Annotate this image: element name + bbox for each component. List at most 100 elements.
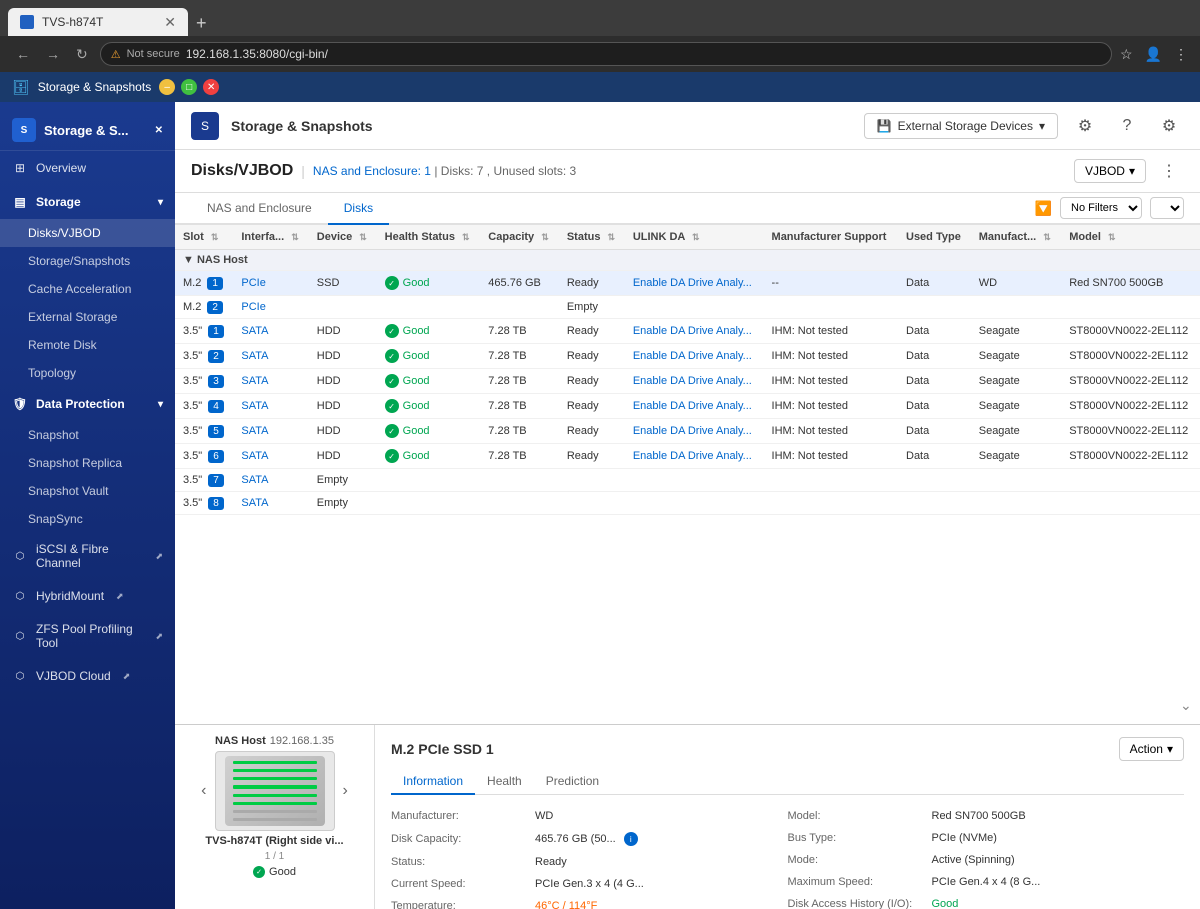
tab-disks[interactable]: Disks (328, 193, 389, 225)
model-cell: ST8000VN0022-2EL112 (1061, 319, 1200, 344)
sidebar-item-topology[interactable]: Topology (0, 359, 175, 387)
sidebar-item-vjbod-cloud[interactable]: ⬡ VJBOD Cloud ⬈ (0, 659, 175, 693)
next-device-button[interactable]: › (339, 778, 352, 804)
sidebar-item-snapshot[interactable]: Snapshot (0, 421, 175, 449)
star-icon[interactable]: ☆ (1120, 46, 1133, 63)
sidebar-item-external-storage[interactable]: External Storage (0, 303, 175, 331)
interface-link[interactable]: SATA (241, 350, 268, 362)
profile-icon[interactable]: 👤 (1145, 46, 1162, 63)
col-slot[interactable]: Slot ⇅ (175, 225, 233, 250)
close-button[interactable]: ✕ (203, 79, 219, 95)
address-bar[interactable]: ⚠ Not secure 192.168.1.35:8080/cgi-bin/ (100, 42, 1112, 66)
collapse-icon[interactable]: ▼ (183, 254, 194, 266)
new-tab-button[interactable]: + (196, 13, 207, 34)
menu-icon[interactable]: ⋮ (1174, 46, 1188, 63)
filter-icon[interactable]: 🔽 (1035, 200, 1052, 217)
col-mfg-support[interactable]: Manufacturer Support (764, 225, 898, 250)
maximize-button[interactable]: □ (181, 79, 197, 95)
detail-tab-prediction[interactable]: Prediction (534, 769, 611, 795)
ulink-link[interactable]: Enable DA Drive Analy... (633, 400, 752, 412)
breadcrumb-separator: | (301, 163, 305, 179)
sidebar-close-btn[interactable]: ✕ (155, 125, 163, 136)
ulink-link[interactable]: Enable DA Drive Analy... (633, 425, 752, 437)
col-ulink[interactable]: ULINK DA ⇅ (625, 225, 764, 250)
sidebar-item-storage-snapshots[interactable]: Storage/Snapshots (0, 247, 175, 275)
minimize-button[interactable]: – (159, 79, 175, 95)
ulink-link[interactable]: Enable DA Drive Analy... (633, 350, 752, 362)
remote-disk-label: Remote Disk (28, 338, 97, 352)
prev-device-button[interactable]: ‹ (197, 778, 210, 804)
browser-tab[interactable]: TVS-h874T ✕ (8, 8, 188, 36)
table-row[interactable]: 3.5" 2 SATA HDD ✓ Good 7.28 TB Ready Ena… (175, 344, 1200, 369)
col-used-type[interactable]: Used Type (898, 225, 971, 250)
interface-link[interactable]: SATA (241, 450, 268, 462)
table-row[interactable]: 3.5" 4 SATA HDD ✓ Good 7.28 TB Ready Ena… (175, 394, 1200, 419)
bus-type-label: Bus Type: (788, 832, 928, 844)
detail-tab-health[interactable]: Health (475, 769, 534, 795)
more-button[interactable]: ⚙ (1154, 111, 1184, 141)
tab-nas-label: NAS and Enclosure (207, 201, 312, 215)
toolbar-more-button[interactable]: ⋮ (1154, 156, 1184, 186)
external-storage-devices-button[interactable]: 💾 External Storage Devices ▾ (864, 113, 1058, 139)
sidebar-item-snapsync[interactable]: SnapSync (0, 505, 175, 533)
ulink-link[interactable]: Enable DA Drive Analy... (633, 277, 752, 289)
col-device[interactable]: Device ⇅ (309, 225, 377, 250)
interface-link[interactable]: SATA (241, 375, 268, 387)
mfg-support-cell: IHM: Not tested (764, 419, 898, 444)
table-row[interactable]: 3.5" 3 SATA HDD ✓ Good 7.28 TB Ready Ena… (175, 369, 1200, 394)
table-row[interactable]: M.2 1 PCIe SSD ✓ Good 465.76 GB Ready En… (175, 271, 1200, 296)
sidebar-item-overview[interactable]: ⊞ Overview (0, 151, 175, 185)
nas-host-group-label: ▼ NAS Host (175, 250, 1200, 271)
table-row[interactable]: 3.5" 1 SATA HDD ✓ Good 7.28 TB Ready Ena… (175, 319, 1200, 344)
sidebar-item-disks-vjbod[interactable]: Disks/VJBOD (0, 219, 175, 247)
table-row[interactable]: 3.5" 8 SATA Empty (175, 492, 1200, 515)
sidebar-item-cache-acceleration[interactable]: Cache Acceleration (0, 275, 175, 303)
interface-link[interactable]: SATA (241, 325, 268, 337)
interface-link[interactable]: PCIe (241, 277, 265, 289)
sidebar-item-snapshot-vault[interactable]: Snapshot Vault (0, 477, 175, 505)
sidebar-item-storage[interactable]: ▤ Storage ▾ (0, 185, 175, 219)
capacity-info-icon[interactable]: i (624, 832, 638, 846)
interface-link[interactable]: SATA (241, 497, 268, 509)
tab-close-btn[interactable]: ✕ (164, 14, 176, 31)
col-model[interactable]: Model ⇅ (1061, 225, 1200, 250)
interface-link[interactable]: SATA (241, 474, 268, 486)
help-button[interactable]: ? (1112, 111, 1142, 141)
sidebar-item-snapshot-replica[interactable]: Snapshot Replica (0, 449, 175, 477)
sidebar-item-zfs-pool[interactable]: ⬡ ZFS Pool Profiling Tool ⬈ (0, 613, 175, 659)
col-manufacturer[interactable]: Manufact... ⇅ (971, 225, 1061, 250)
table-row[interactable]: 3.5" 5 SATA HDD ✓ Good 7.28 TB Ready Ena… (175, 419, 1200, 444)
used-type-cell: Data (898, 394, 971, 419)
table-row[interactable]: 3.5" 7 SATA Empty (175, 469, 1200, 492)
col-capacity[interactable]: Capacity ⇅ (480, 225, 559, 250)
interface-link[interactable]: SATA (241, 425, 268, 437)
col-status[interactable]: Status ⇅ (559, 225, 625, 250)
interface-link[interactable]: SATA (241, 400, 268, 412)
mfg-support-cell: IHM: Not tested (764, 319, 898, 344)
forward-button[interactable]: → (42, 42, 64, 66)
sidebar-item-iscsi[interactable]: ⬡ iSCSI & Fibre Channel ⬈ (0, 533, 175, 579)
filter-select[interactable]: No Filters (1060, 197, 1142, 219)
settings-button[interactable]: ⚙ (1070, 111, 1100, 141)
detail-tab-information[interactable]: Information (391, 769, 475, 795)
sidebar-item-hybridmount[interactable]: ⬡ HybridMount ⬈ (0, 579, 175, 613)
col-health[interactable]: Health Status ⇅ (377, 225, 481, 250)
table-row[interactable]: 3.5" 6 SATA HDD ✓ Good 7.28 TB Ready Ena… (175, 444, 1200, 469)
sidebar-item-remote-disk[interactable]: Remote Disk (0, 331, 175, 359)
ulink-link[interactable]: Enable DA Drive Analy... (633, 450, 752, 462)
ulink-link[interactable]: Enable DA Drive Analy... (633, 375, 752, 387)
back-button[interactable]: ← (12, 42, 34, 66)
ulink-link[interactable]: Enable DA Drive Analy... (633, 325, 752, 337)
sidebar-item-data-protection[interactable]: 🛡 Data Protection ▾ (0, 387, 175, 421)
reload-button[interactable]: ↻ (72, 42, 92, 67)
table-row[interactable]: M.2 2 PCIe Empty (175, 296, 1200, 319)
manufacturer-cell: Seagate (971, 394, 1061, 419)
col-interface[interactable]: Interfa... ⇅ (233, 225, 308, 250)
nas-enclosure-link[interactable]: NAS and Enclosure: 1 (313, 164, 431, 178)
interface-link[interactable]: PCIe (241, 301, 265, 313)
vjbod-button[interactable]: VJBOD ▾ (1074, 159, 1146, 183)
sort-select[interactable] (1150, 197, 1184, 219)
slot-cell: M.2 2 (175, 296, 233, 319)
action-button[interactable]: Action ▾ (1119, 737, 1184, 761)
tab-nas-enclosure[interactable]: NAS and Enclosure (191, 193, 328, 225)
